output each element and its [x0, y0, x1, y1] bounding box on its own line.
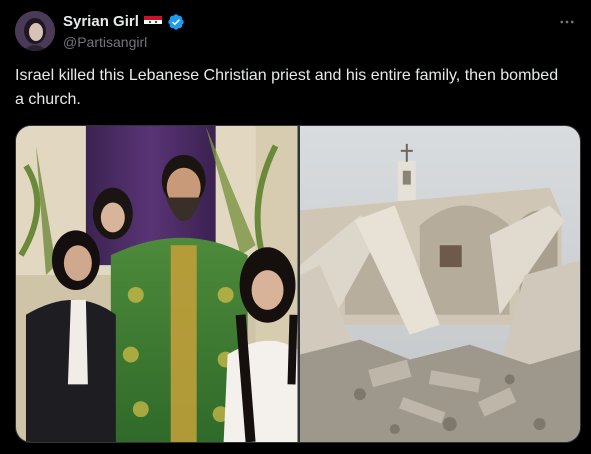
- syria-flag-icon: [143, 16, 162, 28]
- tweet-media[interactable]: [15, 125, 581, 443]
- verified-badge-icon[interactable]: [167, 13, 185, 31]
- avatar[interactable]: [15, 11, 55, 51]
- more-options-button[interactable]: [557, 12, 577, 32]
- author-handle[interactable]: @Partisangirl: [63, 33, 147, 51]
- avatar-image: [15, 11, 55, 51]
- author-display-name[interactable]: Syrian Girl: [63, 12, 139, 32]
- tweet-text: Israel killed this Lebanese Christian pr…: [15, 67, 559, 108]
- destroyed-church-image[interactable]: [299, 126, 580, 442]
- family-photo-image[interactable]: [16, 126, 298, 442]
- author-row: Syrian Girl: [63, 12, 185, 32]
- more-options-icon: [560, 20, 574, 24]
